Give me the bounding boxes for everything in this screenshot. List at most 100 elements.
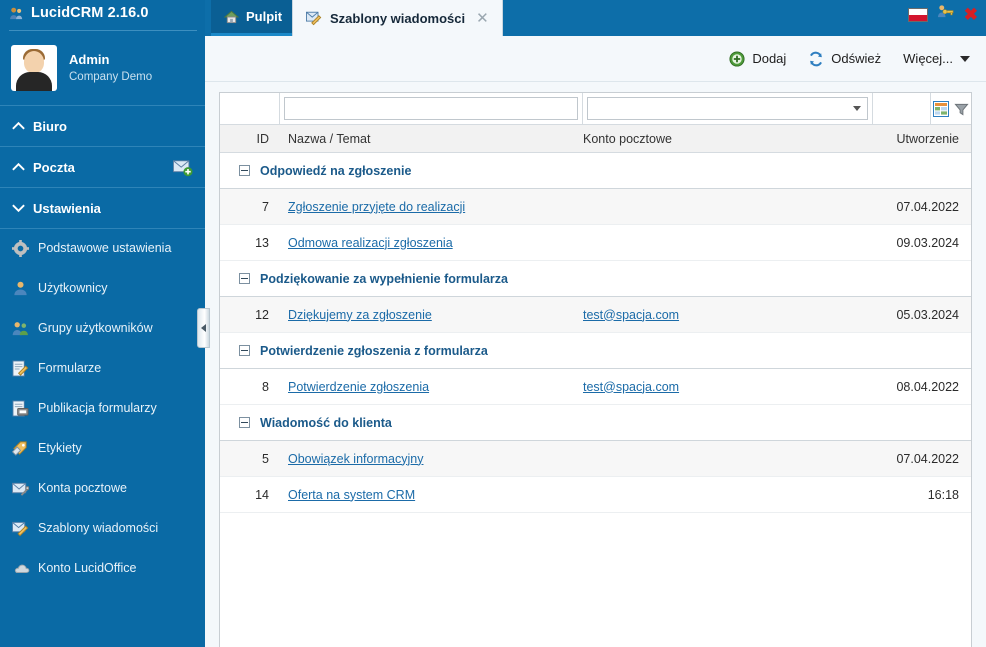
close-window-icon[interactable]: ✖: [964, 6, 978, 23]
sidebar-section-label: Biuro: [33, 119, 67, 134]
table-row[interactable]: 13 Odmowa realizacji zgłoszenia 09.03.2024: [220, 225, 971, 261]
chevron-down-icon: [11, 201, 33, 216]
group-title: Podziękowanie za wypełnienie formularza: [260, 271, 508, 286]
column-chooser-icon[interactable]: [933, 101, 950, 118]
add-button-label: Dodaj: [752, 51, 787, 66]
cell-mail-account: test@spacja.com: [583, 308, 873, 322]
filter-actions: [931, 93, 971, 125]
mail-account-link[interactable]: test@spacja.com: [583, 380, 679, 394]
group-header-row[interactable]: Potwierdzenie zgłoszenia z formularza: [220, 333, 971, 369]
filter-cell-date: [873, 93, 931, 125]
action-toolbar: Dodaj Odśwież Więcej...: [205, 36, 986, 82]
content-area: Dodaj Odśwież Więcej... ID Nazwa / Temat…: [205, 36, 986, 647]
group-header-row[interactable]: Wiadomość do klienta: [220, 405, 971, 441]
tag-icon: [12, 440, 38, 457]
table-row[interactable]: 14 Oferta na system CRM 16:18: [220, 477, 971, 513]
sidebar-item-szablony-wiadomosci[interactable]: Szablony wiadomości: [0, 508, 205, 548]
table-row[interactable]: 8 Potwierdzenie zgłoszenia test@spacja.com…: [220, 369, 971, 405]
sidebar-item-uzytkownicy[interactable]: Użytkownicy: [0, 268, 205, 308]
window-controls: ✖: [907, 4, 978, 25]
more-button[interactable]: Więcej...: [903, 51, 970, 66]
new-mail-icon[interactable]: [173, 160, 193, 182]
cell-created: 08.04.2022: [896, 379, 959, 394]
chevron-down-icon: [853, 106, 861, 111]
table-row[interactable]: 12 Dziękujemy za zgłoszenie test@spacja.co…: [220, 297, 971, 333]
more-button-label: Więcej...: [903, 51, 953, 66]
cell-id: 7: [262, 199, 269, 214]
filter-name-input[interactable]: [284, 97, 578, 120]
template-link[interactable]: Obowiązek informacyjny: [288, 452, 423, 466]
group-title: Wiadomość do klienta: [260, 415, 392, 430]
pl-flag-icon[interactable]: [907, 7, 928, 22]
grid-body: Odpowiedź na zgłoszenie 7 Zgłoszenie przyj…: [220, 153, 971, 513]
sidebar-item-label: Podstawowe ustawienia: [38, 241, 172, 255]
column-header-id[interactable]: ID: [220, 132, 280, 146]
collapse-sidebar-handle[interactable]: [197, 308, 210, 348]
collapse-group-icon[interactable]: [239, 417, 250, 428]
table-row[interactable]: 5 Obowiązek informacyjny 07.04.2022: [220, 441, 971, 477]
form-publish-icon: [12, 399, 38, 417]
cell-name: Oferta na system CRM: [280, 488, 583, 502]
column-header-name[interactable]: Nazwa / Temat: [280, 132, 583, 146]
message-template-icon: [306, 10, 322, 26]
template-link[interactable]: Odmowa realizacji zgłoszenia: [288, 236, 453, 250]
funnel-icon[interactable]: [953, 101, 970, 118]
sidebar-item-formularze[interactable]: Formularze: [0, 348, 205, 388]
form-edit-icon: [12, 359, 38, 377]
cloud-icon: [12, 561, 38, 575]
template-link[interactable]: Oferta na system CRM: [288, 488, 415, 502]
user-name: Admin: [69, 51, 110, 67]
refresh-icon: [808, 51, 824, 67]
sidebar-section-biuro[interactable]: Biuro: [0, 107, 205, 147]
sidebar-section-poczta[interactable]: Poczta: [0, 148, 205, 188]
sidebar-item-label: Grupy użytkowników: [38, 321, 153, 335]
sidebar-item-konta-pocztowe[interactable]: Konta pocztowe: [0, 468, 205, 508]
cell-id: 5: [262, 451, 269, 466]
sidebar-item-label: Użytkownicy: [38, 281, 108, 295]
collapse-group-icon[interactable]: [239, 345, 250, 356]
sidebar: LucidCRM 2.16.0 Admin Company Demo Biuro: [0, 0, 210, 647]
sidebar-item-etykiety[interactable]: Etykiety: [0, 428, 205, 468]
chevron-up-icon: [11, 119, 33, 134]
users-group-icon: [12, 320, 38, 337]
filter-mail-select[interactable]: [587, 97, 868, 120]
refresh-button[interactable]: Odśwież: [808, 51, 881, 67]
sidebar-item-label: Formularze: [38, 361, 102, 375]
user-org: Company Demo: [69, 70, 153, 83]
chevron-up-icon: [11, 160, 33, 175]
group-header-row[interactable]: Odpowiedź na zgłoszenie: [220, 153, 971, 189]
tab-label: Szablony wiadomości: [330, 10, 466, 26]
collapse-group-icon[interactable]: [239, 273, 250, 284]
sidebar-item-publikacja-formularzy[interactable]: Publikacja formularzy: [0, 388, 205, 428]
filter-cell-name: [280, 93, 583, 125]
template-link[interactable]: Dziękujemy za zgłoszenie: [288, 308, 432, 322]
column-header-mail[interactable]: Konto pocztowe: [583, 132, 873, 146]
users-icon: [9, 6, 24, 21]
sidebar-item-grupy-uzytkownikow[interactable]: Grupy użytkowników: [0, 308, 205, 348]
cell-id: 13: [255, 235, 269, 250]
template-link[interactable]: Zgłoszenie przyjęte do realizacji: [288, 200, 465, 214]
mail-account-link[interactable]: test@spacja.com: [583, 308, 679, 322]
sidebar-item-podstawowe-ustawienia[interactable]: Podstawowe ustawienia: [0, 228, 205, 268]
sidebar-section-ustawienia[interactable]: Ustawienia: [0, 189, 205, 229]
sidebar-item-konto-lucidoffice[interactable]: Konto LucidOffice: [0, 548, 205, 588]
filter-row: [220, 93, 971, 125]
sidebar-item-label: Konta pocztowe: [38, 481, 127, 495]
user-card[interactable]: Admin Company Demo: [0, 31, 205, 106]
column-header-date[interactable]: Utworzenie: [873, 132, 971, 146]
group-header-row[interactable]: Podziękowanie za wypełnienie formularza: [220, 261, 971, 297]
tab-pulpit[interactable]: Pulpit: [211, 0, 296, 36]
collapse-group-icon[interactable]: [239, 165, 250, 176]
table-row[interactable]: 7 Zgłoszenie przyjęte do realizacji 07.04.…: [220, 189, 971, 225]
logout-key-icon[interactable]: [937, 4, 955, 25]
tab-label: Pulpit: [246, 9, 283, 24]
template-link[interactable]: Potwierdzenie zgłoszenia: [288, 380, 429, 394]
cell-id: 14: [255, 487, 269, 502]
cell-created: 05.03.2024: [896, 307, 959, 322]
cell-name: Zgłoszenie przyjęte do realizacji: [280, 200, 583, 214]
tab-szablony-wiadomosci[interactable]: Szablony wiadomości ✕: [292, 0, 503, 36]
close-icon[interactable]: ✕: [476, 9, 489, 27]
home-icon: [224, 10, 239, 24]
add-button[interactable]: Dodaj: [729, 50, 787, 67]
chevron-left-icon: [201, 324, 206, 332]
